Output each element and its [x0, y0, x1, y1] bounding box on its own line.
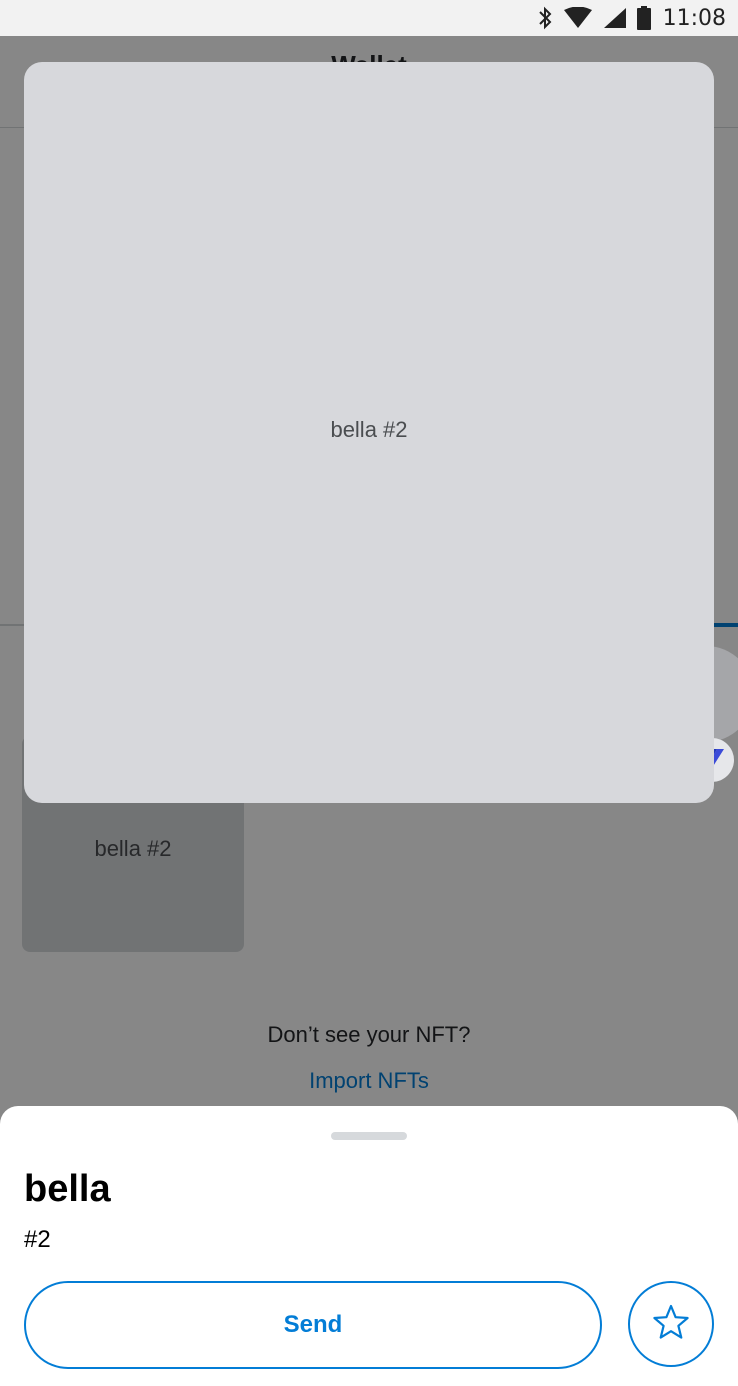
status-bar: 11:08: [0, 0, 738, 36]
battery-icon: [636, 6, 651, 30]
sheet-grabber[interactable]: [331, 1132, 407, 1140]
nft-details-sheet: bella #2 Send: [0, 1106, 738, 1386]
nft-name: bella: [24, 1168, 111, 1210]
bluetooth-icon: [537, 6, 553, 30]
favorite-button[interactable]: [628, 1281, 714, 1367]
star-outline-icon: [652, 1304, 690, 1345]
nft-preview-label: bella #2: [330, 416, 408, 442]
nft-token-id: #2: [24, 1226, 51, 1253]
status-time: 11:08: [662, 5, 726, 31]
send-button[interactable]: Send: [24, 1281, 602, 1369]
nft-preview-image: bella #2: [24, 62, 714, 803]
cell-signal-icon: [603, 7, 627, 29]
wifi-icon: [563, 7, 593, 29]
screen: 11:08 Wallet bella #2 Don’t see your NFT…: [0, 0, 738, 1386]
